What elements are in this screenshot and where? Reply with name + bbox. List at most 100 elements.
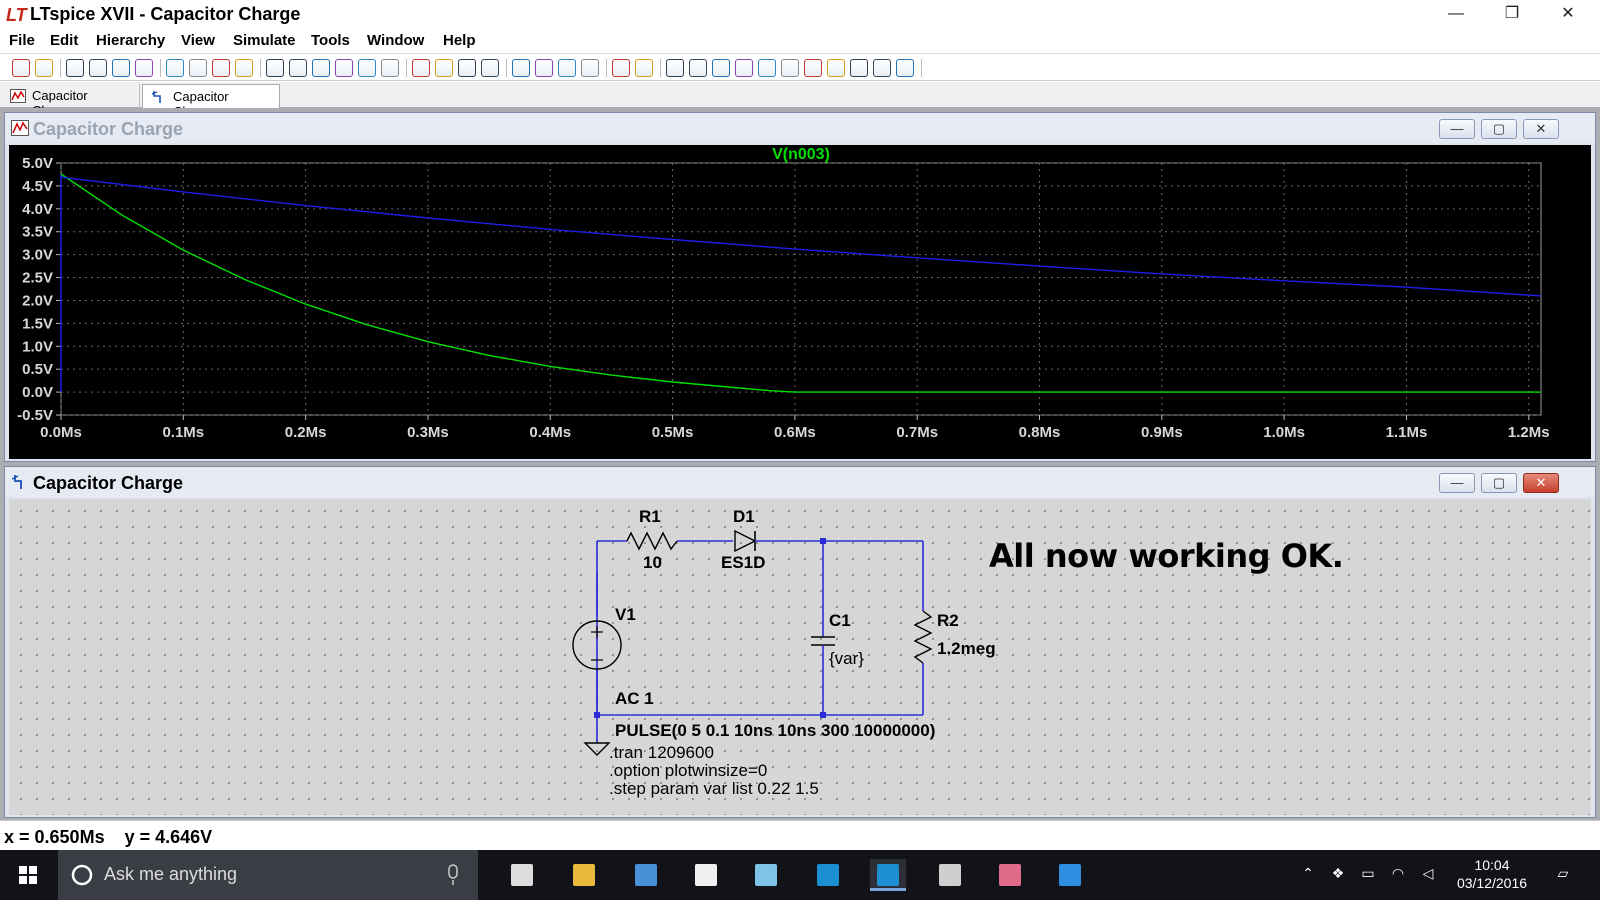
ltspice-xvii-icon[interactable] [870, 859, 906, 891]
c1-name[interactable]: C1 [829, 611, 851, 631]
action-center-icon[interactable]: ▱ [1550, 865, 1576, 885]
move-icon[interactable] [735, 59, 753, 77]
run-icon[interactable] [112, 59, 130, 77]
file-explorer-icon[interactable] [566, 859, 602, 891]
library-icon[interactable] [628, 859, 664, 891]
menu-window[interactable]: Window [367, 32, 424, 49]
new-schematic-icon[interactable] [12, 59, 30, 77]
r2-name[interactable]: R2 [937, 611, 959, 631]
r1-name[interactable]: R1 [639, 507, 661, 527]
zoom-out-icon[interactable] [212, 59, 230, 77]
child-close-button[interactable]: ✕ [1523, 119, 1559, 139]
grid-icon[interactable] [289, 59, 307, 77]
option-directive[interactable]: .option plotwinsize=0 [609, 761, 767, 781]
schematic-window-titlebar[interactable]: Capacitor Charge — ▢ ✕ [5, 467, 1595, 497]
drag-icon[interactable] [758, 59, 776, 77]
menu-hierarchy[interactable]: Hierarchy [96, 32, 165, 49]
print-setup-icon[interactable] [481, 59, 499, 77]
resistor-r2[interactable] [913, 610, 933, 664]
c1-value[interactable]: {var} [829, 649, 864, 669]
v1-name[interactable]: V1 [615, 605, 636, 625]
menu-file[interactable]: File [9, 32, 35, 49]
undo-icon[interactable] [781, 59, 799, 77]
save-icon[interactable] [66, 59, 84, 77]
task-view-icon[interactable] [504, 859, 540, 891]
draw-wire-icon[interactable] [535, 59, 553, 77]
zoom-pan-icon[interactable] [189, 59, 207, 77]
system-clock[interactable]: 10:04 03/12/2016 [1452, 856, 1532, 892]
halt-icon[interactable] [135, 59, 153, 77]
step-directive[interactable]: .step param var list 0.22 1.5 [609, 779, 819, 799]
zoom-fit-icon[interactable] [235, 59, 253, 77]
zoom-in-icon[interactable] [166, 59, 184, 77]
tran-directive[interactable]: .tran 1209600 [609, 743, 714, 763]
diode-d1[interactable] [734, 529, 757, 553]
component-icon[interactable] [712, 59, 730, 77]
copy-icon[interactable] [412, 59, 430, 77]
waveform-window-titlebar[interactable]: Capacitor Charge — ▢ ✕ [5, 113, 1595, 143]
schematic-canvas[interactable]: R1 10 D1 ES1D V1 AC 1 C1 {var} R2 1.2meg… [9, 499, 1591, 815]
pulse-directive[interactable]: PULSE(0 5 0.1 10ns 10ns 300 10000000) [615, 721, 935, 741]
tab-schematic[interactable]: Capacitor Charge [142, 84, 280, 119]
show-hidden-icons-icon[interactable]: ⌃ [1298, 865, 1318, 885]
mirror-icon[interactable] [850, 59, 868, 77]
microphone-icon[interactable] [446, 864, 460, 886]
text-icon[interactable] [873, 59, 891, 77]
autorange-icon[interactable] [266, 59, 284, 77]
cortana-search-box[interactable]: Ask me anything [58, 850, 478, 900]
schematic-comment[interactable]: All now working OK. [989, 537, 1344, 575]
menu-edit[interactable]: Edit [50, 32, 78, 49]
edge-icon[interactable] [1052, 859, 1088, 891]
r2-value[interactable]: 1.2meg [937, 639, 996, 659]
d1-name[interactable]: D1 [733, 507, 755, 527]
document-icon[interactable] [688, 859, 724, 891]
menu-help[interactable]: Help [443, 32, 476, 49]
notepad-icon[interactable] [748, 859, 784, 891]
child-close-button[interactable]: ✕ [1523, 473, 1559, 493]
volume-icon[interactable]: ◁ [1418, 865, 1438, 885]
child-minimize-button[interactable]: — [1439, 473, 1475, 493]
calculator-icon[interactable] [932, 859, 968, 891]
child-minimize-button[interactable]: — [1439, 119, 1475, 139]
d1-value[interactable]: ES1D [721, 553, 765, 573]
waveform-plot[interactable]: 5.0V 4.5V 4.0V 3.5V 3.0V 2.5V 2.0V 1.5V 1.0V 0.5V… [9, 145, 1591, 459]
cut-icon[interactable] [381, 59, 399, 77]
open-icon[interactable] [35, 59, 53, 77]
start-button[interactable] [0, 850, 56, 900]
schematic-drawing[interactable] [9, 499, 1591, 815]
spice-directive-icon[interactable] [896, 59, 914, 77]
print-icon[interactable] [512, 59, 530, 77]
rotate-icon[interactable] [827, 59, 845, 77]
diode-icon[interactable] [689, 59, 707, 77]
capacitor-icon[interactable] [635, 59, 653, 77]
wifi-icon[interactable]: ◠ [1388, 865, 1408, 885]
ground-icon[interactable] [558, 59, 576, 77]
tile-vertical-icon[interactable] [358, 59, 376, 77]
child-maximize-button[interactable]: ▢ [1481, 473, 1517, 493]
menu-simulate[interactable]: Simulate [233, 32, 296, 49]
label-net-icon[interactable] [581, 59, 599, 77]
v1-ac-value[interactable]: AC 1 [615, 689, 654, 709]
ground-symbol[interactable] [583, 742, 611, 756]
minimize-button[interactable]: — [1428, 0, 1484, 30]
resistor-icon[interactable] [612, 59, 630, 77]
resistor-r1[interactable] [626, 531, 678, 551]
cascade-icon[interactable] [335, 59, 353, 77]
paint-icon[interactable] [992, 859, 1028, 891]
r1-value[interactable]: 10 [643, 553, 662, 573]
tile-horizontal-icon[interactable] [312, 59, 330, 77]
dropbox-icon[interactable]: ❖ [1328, 865, 1348, 885]
redo-icon[interactable] [804, 59, 822, 77]
menu-tools[interactable]: Tools [311, 32, 350, 49]
tab-waveform[interactable]: Capacitor Charge [2, 84, 140, 118]
find-icon[interactable] [458, 59, 476, 77]
maximize-button[interactable]: ❐ [1484, 0, 1540, 30]
inductor-icon[interactable] [666, 59, 684, 77]
battery-icon[interactable]: ▭ [1358, 865, 1378, 885]
ltspice-iv-icon[interactable] [810, 859, 846, 891]
paste-icon[interactable] [435, 59, 453, 77]
menu-view[interactable]: View [181, 32, 215, 49]
close-button[interactable]: ✕ [1540, 0, 1596, 30]
waveform-chart[interactable]: 5.0V 4.5V 4.0V 3.5V 3.0V 2.5V 2.0V 1.5V 1.0V 0.5V… [9, 145, 1591, 459]
control-panel-icon[interactable] [89, 59, 107, 77]
